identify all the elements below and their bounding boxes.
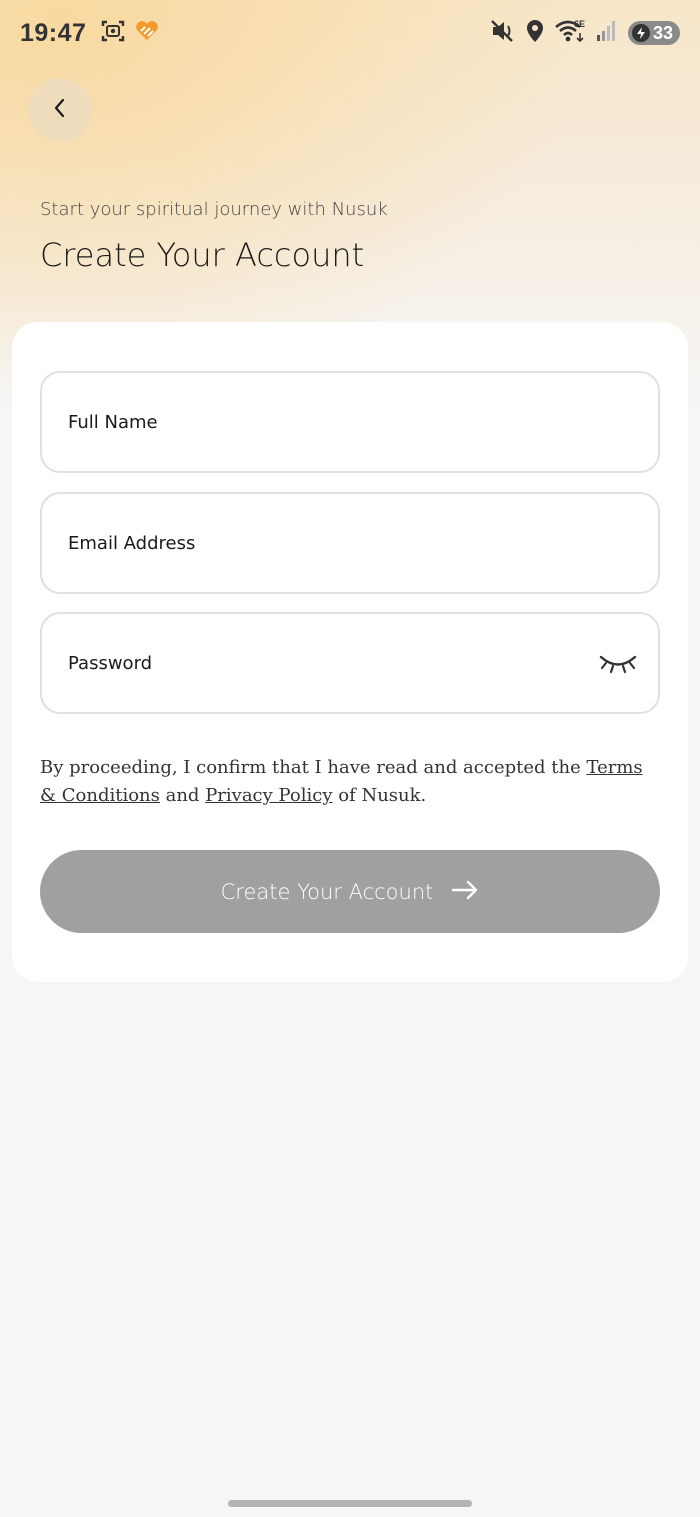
full-name-field[interactable] [40, 371, 660, 473]
battery-indicator: 33 [628, 21, 680, 45]
battery-level: 33 [653, 22, 674, 43]
back-button[interactable] [28, 78, 92, 142]
legal-prefix: By proceeding, I confirm that I have rea… [40, 757, 587, 778]
legal-consent-text: By proceeding, I confirm that I have rea… [40, 754, 660, 810]
status-time: 19:47 [20, 18, 87, 47]
mute-icon [490, 19, 516, 47]
password-input[interactable] [68, 652, 598, 674]
screenshot-icon [100, 19, 126, 47]
charging-icon [632, 24, 650, 42]
home-indicator[interactable] [228, 1500, 472, 1507]
health-app-icon [134, 20, 160, 46]
privacy-policy-link[interactable]: Privacy Policy [205, 785, 332, 806]
arrow-right-icon [451, 880, 479, 903]
signup-card: By proceeding, I confirm that I have rea… [12, 322, 688, 982]
chevron-left-icon [52, 97, 68, 123]
create-account-button[interactable]: Create Your Account [40, 850, 660, 933]
email-input[interactable] [68, 532, 632, 554]
page-subtitle: Start your spiritual journey with Nusuk [40, 199, 388, 220]
network-label: 6E [574, 19, 585, 29]
password-field[interactable] [40, 612, 660, 714]
location-icon [526, 19, 544, 47]
page-title: Create Your Account [40, 236, 365, 274]
legal-middle: and [159, 785, 206, 806]
full-name-input[interactable] [68, 411, 632, 433]
signal-icon [596, 20, 618, 46]
email-field[interactable] [40, 492, 660, 594]
eye-closed-icon[interactable] [598, 652, 638, 674]
wifi-icon: 6E [554, 18, 586, 48]
legal-suffix: of Nusuk. [332, 785, 427, 806]
create-account-label: Create Your Account [220, 879, 434, 904]
status-bar: 19:47 6E 33 [0, 0, 700, 66]
